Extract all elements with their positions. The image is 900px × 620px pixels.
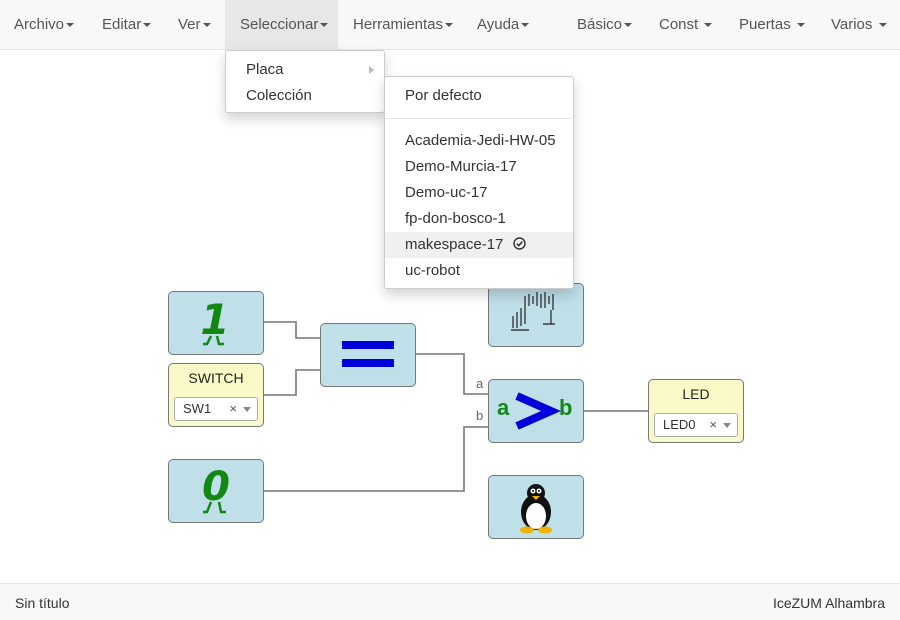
led-select-value: LED0 xyxy=(663,417,696,432)
digit-one-icon: 1 xyxy=(200,295,230,346)
digit-zero-icon: 0 xyxy=(202,464,230,514)
menu-item-collection-selected[interactable]: makespace-17 xyxy=(385,232,573,258)
menu-item-por-defecto[interactable]: Por defecto xyxy=(385,83,573,109)
greater-right-label: b xyxy=(559,395,573,420)
statusbar: Sin título IceZUM Alhambra xyxy=(0,583,900,620)
chevron-right-icon xyxy=(369,66,374,74)
switch-title: SWITCH xyxy=(188,370,244,386)
led-title: LED xyxy=(682,386,710,402)
led-select[interactable]: LED0 × xyxy=(654,413,738,437)
menu-item-placa[interactable]: Placa xyxy=(226,57,384,83)
menu-item-collection[interactable]: Demo-Murcia-17 xyxy=(385,154,573,180)
clear-icon[interactable]: × xyxy=(709,414,717,436)
wire-one-to-equal xyxy=(264,321,321,339)
svg-text:0: 0 xyxy=(202,464,230,510)
menu-divider xyxy=(386,118,572,119)
coleccion-submenu: Por defecto Academia-Jedi-HW-05 Demo-Mur… xyxy=(384,76,574,289)
waveform-icon xyxy=(511,292,555,331)
const-one-block[interactable]: 1 xyxy=(168,291,264,355)
check-circle-icon xyxy=(513,232,527,258)
signal-block[interactable] xyxy=(488,283,584,347)
project-name: Sin título xyxy=(15,595,70,611)
menu-item-coleccion[interactable]: Colección xyxy=(226,83,384,109)
clear-icon[interactable]: × xyxy=(229,398,237,420)
const-zero-block[interactable]: 0 xyxy=(168,459,264,523)
wire-switch-to-equal xyxy=(264,369,321,396)
equal-block[interactable] xyxy=(320,323,416,387)
wire-zero-to-greater-b xyxy=(264,426,489,492)
board-name: IceZUM Alhambra xyxy=(772,595,885,611)
switch-block[interactable]: SWITCH SW1 × xyxy=(168,363,264,427)
chevron-down-icon xyxy=(243,407,251,412)
menu-item-collection[interactable]: Demo-uc-17 xyxy=(385,180,573,206)
select-dropdown-menu: Placa Colección xyxy=(225,50,385,113)
switch-select-value: SW1 xyxy=(183,401,212,416)
menu-item-collection[interactable]: Academia-Jedi-HW-05 xyxy=(385,128,573,154)
greater-than-block[interactable]: a b xyxy=(488,379,584,443)
led-block[interactable]: LED LED0 × xyxy=(648,379,744,443)
menu-item-collection[interactable]: fp-don-bosco-1 xyxy=(385,206,573,232)
port-b-label: b xyxy=(476,408,484,423)
menu-item-collection[interactable]: uc-robot xyxy=(385,258,573,284)
tux-penguin-icon xyxy=(520,484,552,534)
chevron-down-icon xyxy=(723,423,731,428)
port-a-label: a xyxy=(476,376,484,391)
svg-text:1: 1 xyxy=(200,295,229,344)
equal-icon xyxy=(342,341,394,367)
switch-select[interactable]: SW1 × xyxy=(174,397,258,421)
linux-block[interactable] xyxy=(488,475,584,539)
